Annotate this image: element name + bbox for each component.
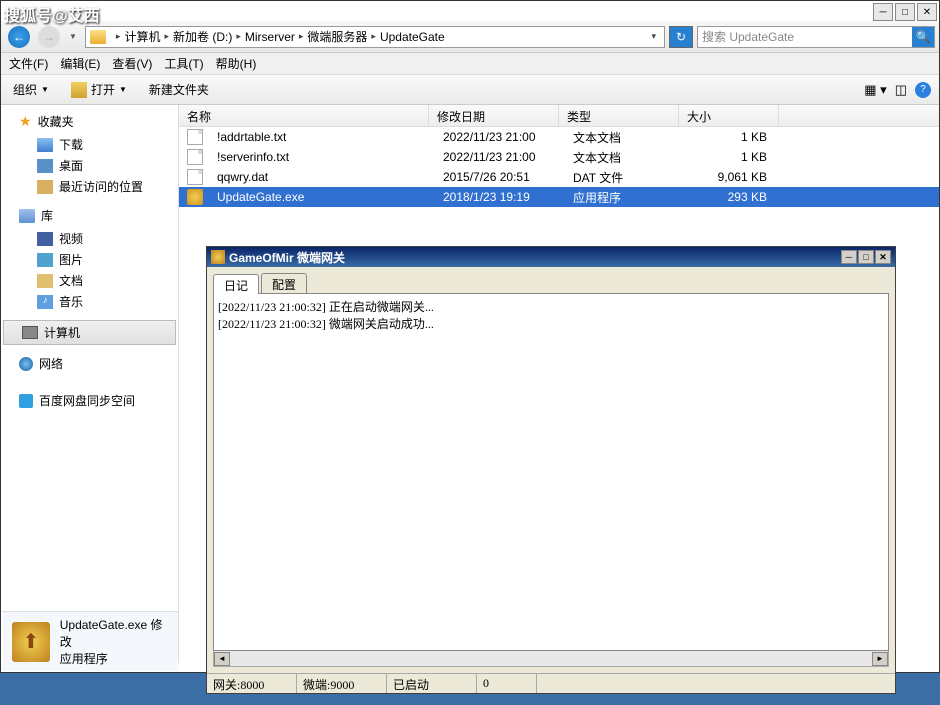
menu-bar: 文件(F) 编辑(E) 查看(V) 工具(T) 帮助(H) bbox=[1, 53, 939, 75]
menu-view[interactable]: 查看(V) bbox=[112, 55, 152, 72]
sidebar-network[interactable]: 网络 bbox=[1, 353, 178, 376]
column-headers: 名称 修改日期 类型 大小 bbox=[179, 105, 939, 127]
cloud-icon bbox=[19, 394, 33, 408]
history-dropdown-icon[interactable]: ▼ bbox=[69, 32, 77, 41]
col-type[interactable]: 类型 bbox=[559, 105, 679, 126]
preview-pane-icon[interactable]: ◫ bbox=[895, 82, 907, 98]
status-gate: 网关:8000 bbox=[207, 674, 297, 693]
details-filetype: 应用程序 bbox=[60, 650, 168, 667]
popup-statusbar: 网关:8000 微端:9000 已启动 0 bbox=[207, 673, 895, 693]
tab-log[interactable]: 日记 bbox=[213, 274, 259, 294]
menu-file[interactable]: 文件(F) bbox=[9, 55, 48, 72]
toolbar: 组织 ▼ 打开 ▼ 新建文件夹 ▦ ▾ ◫ ? bbox=[1, 75, 939, 105]
menu-edit[interactable]: 编辑(E) bbox=[60, 55, 100, 72]
col-name[interactable]: 名称 bbox=[179, 105, 429, 126]
popup-app-icon bbox=[211, 250, 225, 264]
popup-minimize-button[interactable]: ─ bbox=[841, 250, 857, 264]
popup-tabs: 日记 配置 bbox=[213, 273, 889, 293]
favorites-header[interactable]: ★收藏夹 bbox=[1, 111, 178, 134]
col-date[interactable]: 修改日期 bbox=[429, 105, 559, 126]
search-go-button[interactable]: 🔍 bbox=[912, 27, 934, 47]
menu-help[interactable]: 帮助(H) bbox=[216, 55, 257, 72]
new-folder-button[interactable]: 新建文件夹 bbox=[145, 81, 213, 98]
file-row[interactable]: !addrtable.txt 2022/11/23 21:00 文本文档 1 K… bbox=[179, 127, 939, 147]
sidebar-music[interactable]: ♪音乐 bbox=[1, 291, 178, 312]
col-size[interactable]: 大小 bbox=[679, 105, 779, 126]
tab-config[interactable]: 配置 bbox=[261, 273, 307, 293]
network-icon bbox=[19, 357, 33, 371]
sidebar-recent[interactable]: 最近访问的位置 bbox=[1, 176, 178, 197]
star-icon: ★ bbox=[19, 113, 32, 130]
log-textarea[interactable]: [2022/11/23 21:00:32] 正在启动微端网关... [2022/… bbox=[213, 293, 889, 651]
address-bar[interactable]: ▸计算机 ▸新加卷 (D:) ▸Mirserver ▸微端服务器 ▸Update… bbox=[85, 26, 665, 48]
window-controls: ─ □ ✕ bbox=[871, 3, 937, 21]
scroll-right-icon[interactable]: ► bbox=[872, 652, 888, 666]
crumb-drive[interactable]: 新加卷 (D:) bbox=[173, 28, 232, 45]
downloads-icon bbox=[37, 138, 53, 152]
organize-button[interactable]: 组织 ▼ bbox=[9, 81, 53, 98]
libraries-header[interactable]: 库 bbox=[1, 205, 178, 228]
file-row[interactable]: qqwry.dat 2015/7/26 20:51 DAT 文件 9,061 K… bbox=[179, 167, 939, 187]
navigation-bar: ← → ▼ ▸计算机 ▸新加卷 (D:) ▸Mirserver ▸微端服务器 ▸… bbox=[1, 21, 939, 53]
crumb-microserver[interactable]: 微端服务器 bbox=[307, 28, 367, 45]
details-filename: UpdateGate.exe bbox=[60, 618, 147, 632]
file-row[interactable]: UpdateGate.exe 2018/1/23 19:19 应用程序 293 … bbox=[179, 187, 939, 207]
sidebar-computer[interactable]: 计算机 bbox=[3, 320, 176, 345]
menu-tools[interactable]: 工具(T) bbox=[164, 55, 203, 72]
popup-maximize-button[interactable]: □ bbox=[858, 250, 874, 264]
help-icon[interactable]: ? bbox=[915, 82, 931, 98]
picture-icon bbox=[37, 253, 53, 267]
status-count: 0 bbox=[477, 674, 537, 693]
details-exe-icon: ⬆ bbox=[12, 622, 50, 662]
folder-icon bbox=[90, 30, 106, 44]
popup-close-button[interactable]: ✕ bbox=[875, 250, 891, 264]
sidebar-downloads[interactable]: 下载 bbox=[1, 134, 178, 155]
file-icon bbox=[187, 169, 203, 185]
library-icon bbox=[19, 209, 35, 223]
computer-icon bbox=[22, 326, 38, 339]
document-icon bbox=[37, 274, 53, 288]
open-button[interactable]: 打开 ▼ bbox=[67, 81, 131, 98]
horizontal-scrollbar[interactable]: ◄ ► bbox=[213, 651, 889, 667]
sidebar-documents[interactable]: 文档 bbox=[1, 270, 178, 291]
gameofmir-window: GameOfMir 微端网关 ─ □ ✕ 日记 配置 [2022/11/23 2… bbox=[206, 246, 896, 694]
refresh-button[interactable]: ↻ bbox=[669, 26, 693, 48]
status-micro: 微端:9000 bbox=[297, 674, 387, 693]
watermark-text: 搜狐号@艾西 bbox=[0, 0, 104, 28]
maximize-button[interactable]: □ bbox=[895, 3, 915, 21]
close-button[interactable]: ✕ bbox=[917, 3, 937, 21]
sidebar-baidu[interactable]: 百度网盘同步空间 bbox=[1, 390, 178, 413]
search-input[interactable]: 搜索 UpdateGate 🔍 bbox=[697, 26, 935, 48]
crumb-mirserver[interactable]: Mirserver bbox=[245, 30, 295, 44]
details-pane: ⬆ UpdateGate.exe 修改 应用程序 bbox=[2, 611, 178, 671]
music-icon: ♪ bbox=[37, 295, 53, 309]
view-mode-icon[interactable]: ▦ ▾ bbox=[864, 82, 886, 98]
desktop-icon bbox=[37, 159, 53, 173]
file-icon bbox=[187, 129, 203, 145]
recent-icon bbox=[37, 180, 53, 194]
popup-title-text: GameOfMir 微端网关 bbox=[229, 249, 345, 266]
file-row[interactable]: !serverinfo.txt 2022/11/23 21:00 文本文档 1 … bbox=[179, 147, 939, 167]
search-placeholder: 搜索 UpdateGate bbox=[702, 28, 794, 45]
sidebar-desktop[interactable]: 桌面 bbox=[1, 155, 178, 176]
file-icon bbox=[187, 149, 203, 165]
crumb-computer[interactable]: 计算机 bbox=[124, 28, 160, 45]
sidebar-pictures[interactable]: 图片 bbox=[1, 249, 178, 270]
popup-titlebar[interactable]: GameOfMir 微端网关 ─ □ ✕ bbox=[207, 247, 895, 267]
file-icon bbox=[187, 189, 203, 205]
sidebar-videos[interactable]: 视频 bbox=[1, 228, 178, 249]
status-state: 已启动 bbox=[387, 674, 477, 693]
video-icon bbox=[37, 232, 53, 246]
crumb-updategate[interactable]: UpdateGate bbox=[380, 30, 445, 44]
minimize-button[interactable]: ─ bbox=[873, 3, 893, 21]
sidebar: ★收藏夹 下载 桌面 最近访问的位置 库 视频 图片 文档 ♪音乐 计算机 网络… bbox=[1, 105, 179, 663]
scroll-left-icon[interactable]: ◄ bbox=[214, 652, 230, 666]
